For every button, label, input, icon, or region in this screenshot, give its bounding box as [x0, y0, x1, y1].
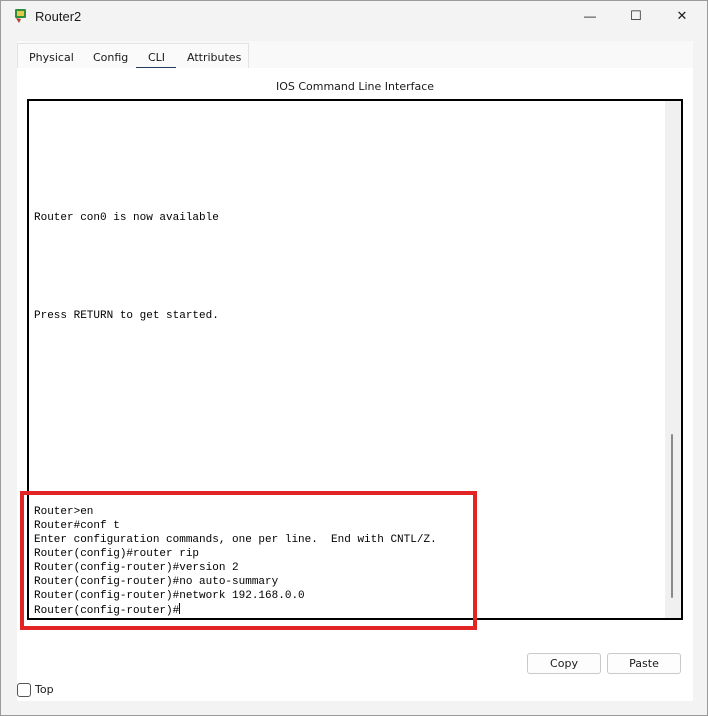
router-app-icon: [15, 9, 26, 23]
tab-attributes[interactable]: Attributes: [187, 51, 241, 64]
scrollbar-thumb[interactable]: [671, 434, 673, 598]
window-title: Router2: [35, 9, 82, 24]
copy-button[interactable]: Copy: [527, 653, 601, 674]
terminal-line: Router con0 is now available: [34, 212, 219, 224]
close-button[interactable]: ✕: [659, 1, 705, 31]
minimize-button[interactable]: —: [567, 1, 613, 31]
terminal-line: Press RETURN to get started.: [34, 310, 219, 322]
close-icon: ✕: [676, 8, 688, 23]
cli-section-title: IOS Command Line Interface: [275, 80, 435, 93]
highlight-annotation-box: [20, 491, 477, 630]
minimize-icon: —: [584, 9, 596, 23]
tab-strip: Physical Config CLI Attributes: [17, 43, 249, 70]
tab-cli[interactable]: CLI: [148, 51, 165, 64]
tab-config[interactable]: Config: [93, 51, 128, 64]
paste-button[interactable]: Paste: [607, 653, 681, 674]
tab-physical[interactable]: Physical: [29, 51, 74, 64]
top-checkbox-label: Top: [35, 683, 54, 696]
terminal-scrollbar[interactable]: [665, 101, 681, 618]
top-checkbox[interactable]: [17, 683, 31, 697]
maximize-icon: ☐: [630, 8, 642, 23]
maximize-button[interactable]: ☐: [613, 1, 659, 31]
title-bar[interactable]: Router2 — ☐ ✕: [1, 1, 707, 31]
